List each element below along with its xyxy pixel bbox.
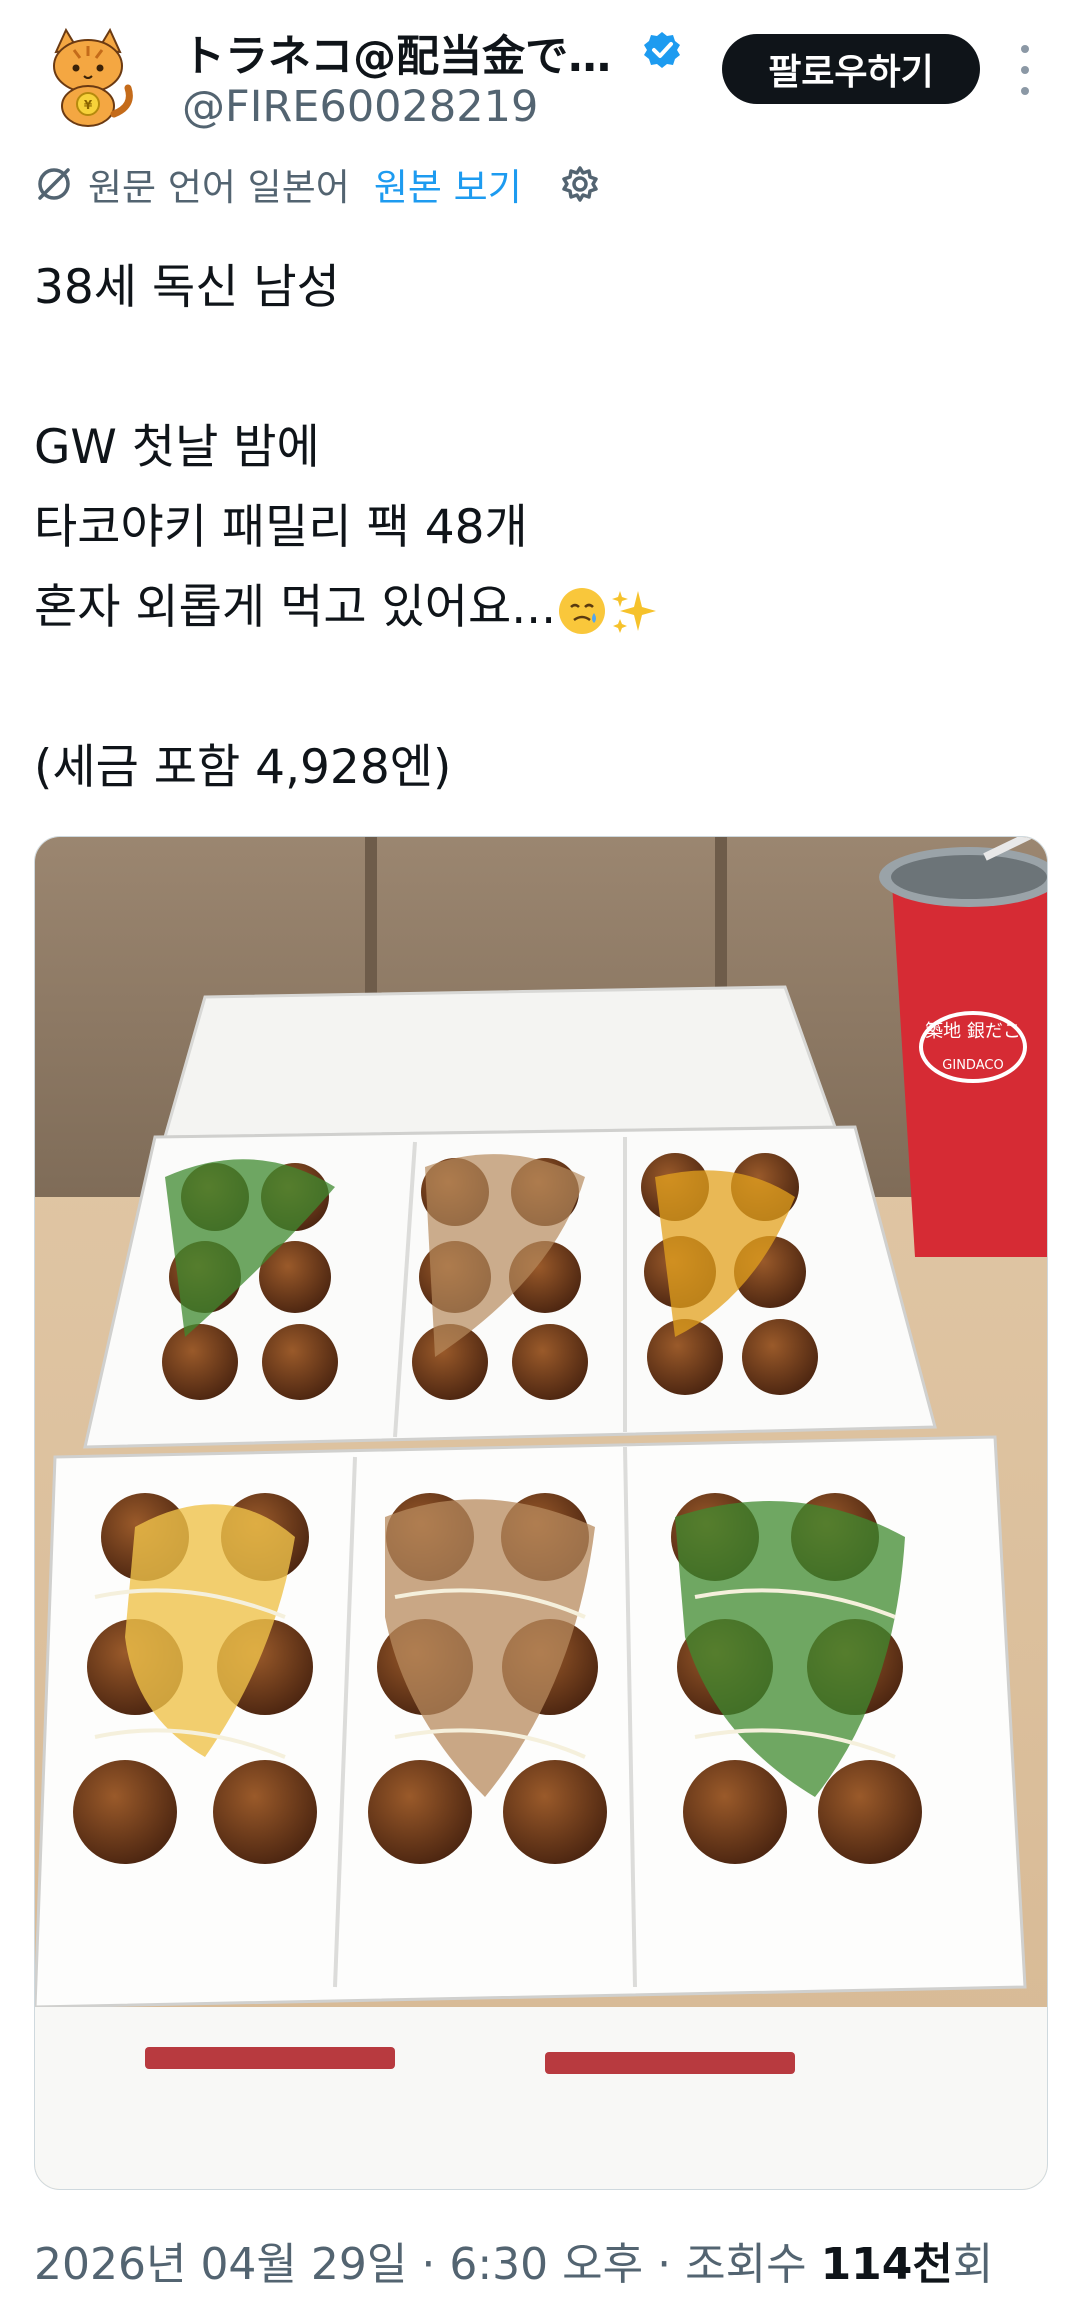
more-vertical-icon[interactable]	[1010, 45, 1040, 95]
tweet-line: 타코야키 패밀리 팩 48개	[34, 500, 528, 555]
cup-brand-text: 築地 銀だこ	[925, 1021, 1021, 1042]
views-suffix: 회	[952, 2239, 994, 2290]
tweet-line: 혼자 외롭게 먹고 있어요...	[34, 568, 660, 648]
show-original-link[interactable]: 원본 보기	[374, 157, 522, 211]
translate-off-icon	[38, 168, 70, 200]
sparkles-emoji-icon	[612, 590, 657, 633]
avatar[interactable]: ¥	[34, 22, 142, 130]
cup-sub-text: GINDACO	[942, 1058, 1003, 1073]
tweet-body: 38세 독신 남성 GW 첫날 밤에 타코야키 패밀리 팩 48개 혼자 외롭게…	[34, 248, 660, 808]
tweet-photo[interactable]: 築地 銀だこ GINDACO	[34, 836, 1048, 2190]
tweet-line: GW 첫날 밤에	[34, 420, 320, 475]
follow-button[interactable]: 팔로우하기	[722, 34, 980, 104]
tweet-date[interactable]: 2026년 04월 29일	[34, 2239, 407, 2290]
source-language-label: 원문 언어 일본어	[88, 166, 350, 209]
user-handle[interactable]: @FIRE60028219	[182, 82, 538, 132]
verified-badge-icon	[644, 32, 680, 68]
tweet-time[interactable]: 6:30 오후	[449, 2239, 643, 2290]
tweet-meta: 2026년 04월 29일 · 6:30 오후 · 조회수 114천회	[34, 2239, 994, 2290]
translation-bar: 원문 언어 일본어 원본 보기	[34, 158, 600, 210]
gear-icon[interactable]	[560, 164, 600, 204]
views-label: 조회수	[685, 2239, 807, 2290]
tweet-header: ¥ トラネコ@配当金で… @FIRE60028219 팔로우하기	[0, 0, 1079, 160]
tweet-line: 38세 독신 남성	[34, 260, 340, 315]
views-count[interactable]: 114천	[821, 2239, 953, 2290]
svg-text:¥: ¥	[84, 98, 93, 112]
display-name[interactable]: トラネコ@配当金で…	[182, 22, 611, 84]
tweet-line: (세금 포함 4,928엔)	[34, 740, 452, 795]
face-holding-back-tears-emoji-icon	[559, 587, 606, 634]
